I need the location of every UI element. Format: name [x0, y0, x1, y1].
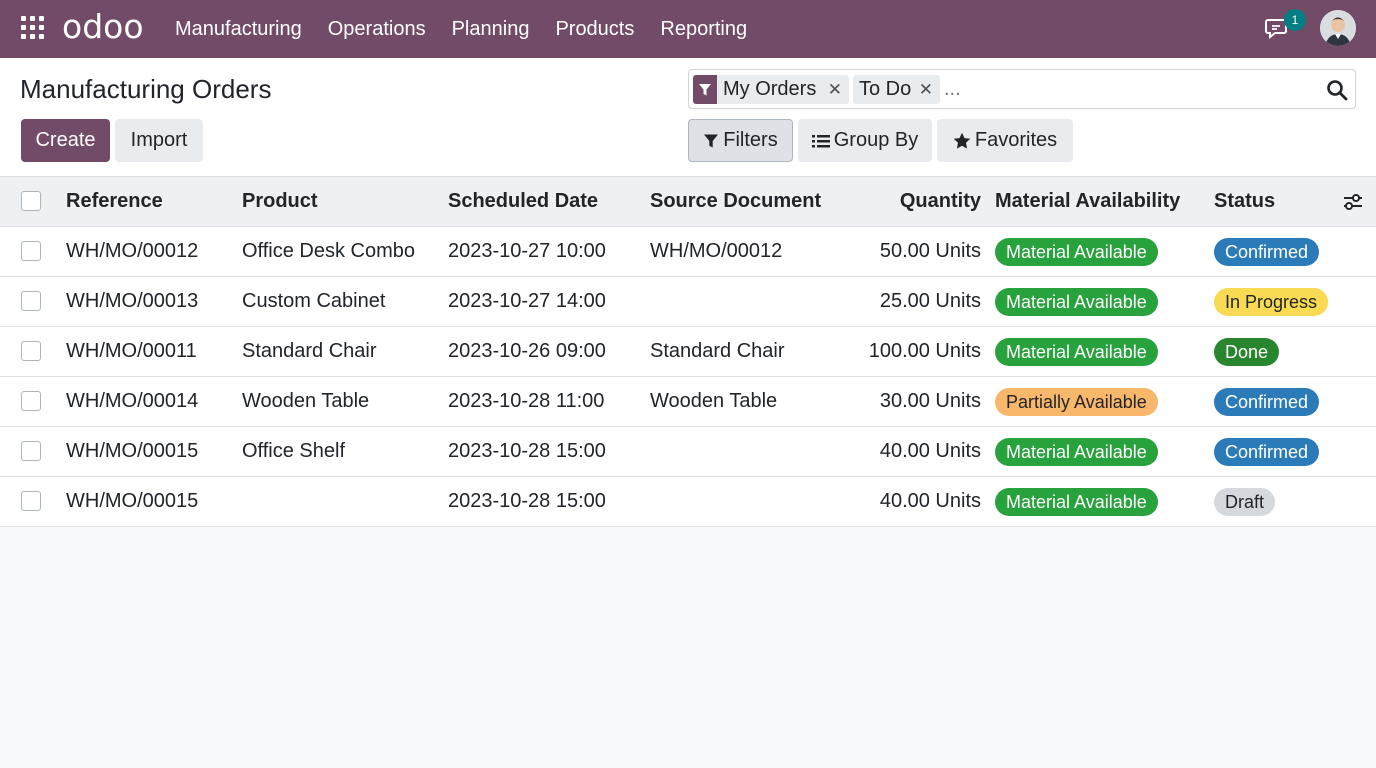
list-icon	[811, 133, 830, 149]
cell-scheduled-date: 2023-10-27 14:00	[448, 290, 606, 312]
status-badge: Done	[1214, 338, 1280, 366]
menu-planning[interactable]: Planning	[439, 0, 543, 58]
status-badge: Draft	[1214, 488, 1276, 516]
cell-source-document: WH/MO/00012	[650, 240, 783, 262]
search-bar[interactable]: My Orders ✕ To Do ✕	[688, 69, 1356, 109]
group-by-label: Group By	[833, 129, 919, 151]
availability-badge: Material Available	[995, 488, 1158, 516]
remove-facet-icon[interactable]: ✕	[919, 75, 933, 104]
cell-scheduled-date: 2023-10-27 10:00	[448, 240, 606, 262]
table-row[interactable]: WH/MO/00015 2023-10-28 15:00 40.00 Units…	[0, 477, 1376, 527]
logo-text: odoo	[62, 7, 144, 46]
row-checkbox[interactable]	[21, 491, 41, 511]
odoo-logo[interactable]: odoo	[62, 9, 144, 45]
main-menu: Manufacturing Operations Planning Produc…	[162, 0, 760, 58]
cell-source-document: Standard Chair	[650, 340, 785, 362]
filters-button[interactable]: Filters	[688, 119, 793, 162]
search-icon[interactable]	[1326, 79, 1348, 101]
cell-product: Office Desk Combo	[242, 240, 416, 262]
cell-scheduled-date: 2023-10-28 11:00	[448, 390, 605, 412]
filter-facet-icon	[693, 75, 717, 104]
column-header-material-availability[interactable]: Material Availability	[995, 177, 1180, 226]
table-row[interactable]: WH/MO/00012 Office Desk Combo 2023-10-27…	[0, 227, 1376, 277]
group-by-button[interactable]: Group By	[798, 119, 932, 162]
cell-reference: WH/MO/00015	[66, 490, 199, 512]
column-header-scheduled-date[interactable]: Scheduled Date	[448, 177, 598, 226]
menu-operations[interactable]: Operations	[315, 0, 439, 58]
row-checkbox[interactable]	[21, 291, 41, 311]
search-facet-to-do[interactable]: To Do ✕	[853, 75, 940, 104]
cell-source-document: Wooden Table	[650, 390, 778, 412]
control-panel: Manufacturing Orders Create Import My Or…	[0, 58, 1376, 176]
availability-badge: Partially Available	[995, 388, 1158, 416]
filters-label: Filters	[723, 129, 778, 151]
cell-quantity: 50.00 Units	[879, 240, 981, 262]
user-avatar-icon	[1320, 10, 1356, 46]
chat-counter-badge: 1	[1284, 9, 1306, 31]
remove-facet-icon[interactable]: ✕	[828, 75, 842, 104]
cell-reference: WH/MO/00012	[66, 240, 199, 262]
menu-reporting[interactable]: Reporting	[647, 0, 760, 58]
apps-menu-icon[interactable]	[21, 16, 44, 39]
top-navbar: odoo Manufacturing Operations Planning P…	[0, 0, 1376, 58]
menu-manufacturing[interactable]: Manufacturing	[162, 0, 315, 58]
status-badge: Confirmed	[1214, 388, 1320, 416]
column-header-quantity[interactable]: Quantity	[860, 177, 981, 226]
row-checkbox[interactable]	[21, 241, 41, 261]
row-checkbox[interactable]	[21, 391, 41, 411]
availability-badge: Material Available	[995, 238, 1158, 266]
cell-reference: WH/MO/00011	[66, 340, 197, 362]
discuss-button[interactable]: 1	[1265, 9, 1306, 43]
column-header-product[interactable]: Product	[242, 177, 318, 226]
optional-columns-icon[interactable]	[1342, 191, 1364, 213]
cell-scheduled-date: 2023-10-28 15:00	[448, 490, 606, 512]
search-facet-my-orders[interactable]: My Orders ✕	[693, 75, 849, 104]
cell-product: Standard Chair	[242, 340, 377, 362]
cell-reference: WH/MO/00015	[66, 440, 199, 462]
cell-product: Custom Cabinet	[242, 290, 386, 312]
favorites-label: Favorites	[974, 129, 1058, 151]
table-row[interactable]: WH/MO/00013 Custom Cabinet 2023-10-27 14…	[0, 277, 1376, 327]
availability-badge: Material Available	[995, 438, 1158, 466]
cell-reference: WH/MO/00014	[66, 390, 199, 412]
availability-badge: Material Available	[995, 338, 1158, 366]
status-badge: Confirmed	[1214, 438, 1320, 466]
row-checkbox[interactable]	[21, 341, 41, 361]
cell-scheduled-date: 2023-10-28 15:00	[448, 440, 606, 462]
availability-badge: Material Available	[995, 288, 1158, 316]
status-badge: In Progress	[1214, 288, 1329, 316]
search-input[interactable]	[944, 74, 1304, 104]
star-icon	[953, 132, 971, 150]
cell-quantity: 30.00 Units	[879, 390, 981, 412]
table-header: Reference Product Scheduled Date Source …	[0, 176, 1376, 227]
select-all-checkbox[interactable]	[21, 191, 41, 211]
facet-label: My Orders	[723, 78, 817, 100]
status-badge: Confirmed	[1214, 238, 1320, 266]
filter-icon	[703, 133, 719, 149]
user-avatar[interactable]	[1320, 10, 1356, 46]
cell-product: Wooden Table	[242, 390, 370, 412]
cell-quantity: 40.00 Units	[879, 490, 981, 512]
column-header-status[interactable]: Status	[1214, 177, 1275, 226]
favorites-button[interactable]: Favorites	[937, 119, 1073, 162]
cell-product: Office Shelf	[242, 440, 346, 462]
create-button[interactable]: Create	[21, 119, 110, 162]
column-header-source-document[interactable]: Source Document	[650, 177, 821, 226]
cell-reference: WH/MO/00013	[66, 290, 199, 312]
row-checkbox[interactable]	[21, 441, 41, 461]
column-header-reference[interactable]: Reference	[66, 177, 163, 226]
table-row[interactable]: WH/MO/00011 Standard Chair 2023-10-26 09…	[0, 327, 1376, 377]
table-row[interactable]: WH/MO/00015 Office Shelf 2023-10-28 15:0…	[0, 427, 1376, 477]
import-button[interactable]: Import	[115, 119, 203, 162]
menu-products[interactable]: Products	[542, 0, 647, 58]
cell-quantity: 40.00 Units	[879, 440, 981, 462]
cell-quantity: 100.00 Units	[868, 340, 981, 362]
page-title: Manufacturing Orders	[20, 74, 272, 104]
table-row[interactable]: WH/MO/00014 Wooden Table 2023-10-28 11:0…	[0, 377, 1376, 427]
cell-scheduled-date: 2023-10-26 09:00	[448, 340, 606, 362]
facet-label: To Do	[859, 78, 912, 100]
cell-quantity: 25.00 Units	[879, 290, 981, 312]
